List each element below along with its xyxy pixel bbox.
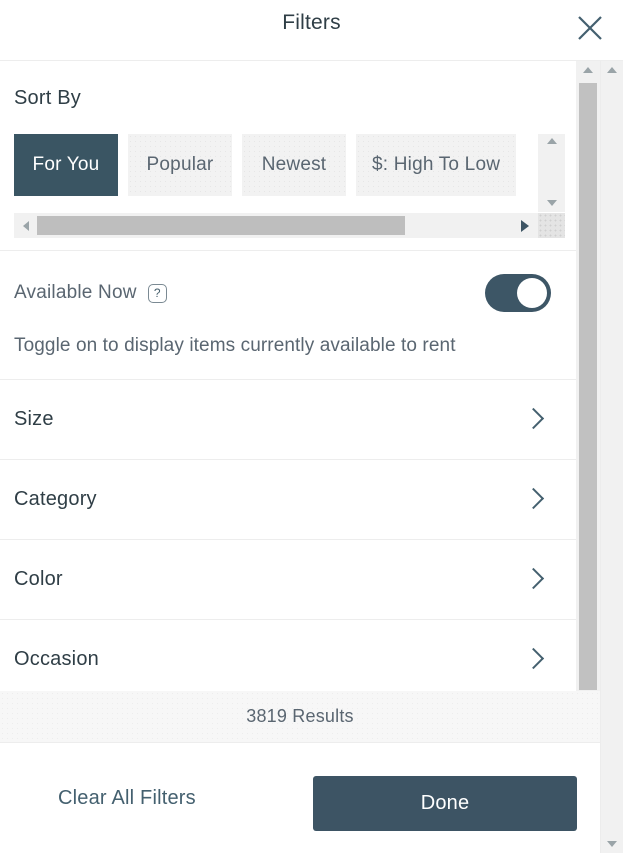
sort-options-vertical-scrollbar[interactable] — [538, 134, 565, 212]
filter-row-occasion[interactable]: Occasion — [0, 619, 576, 691]
scroll-down-arrow-icon[interactable] — [601, 835, 623, 853]
filter-row-color[interactable]: Color — [0, 539, 576, 619]
chevron-right-icon — [526, 568, 540, 592]
chevron-right-icon — [526, 488, 540, 512]
sort-chip-popular[interactable]: Popular — [128, 134, 232, 196]
sort-chip-for-you[interactable]: For You — [14, 134, 118, 196]
page-scrollbar[interactable] — [600, 61, 623, 853]
sort-options-scroller: For You Popular Newest $: High To Low — [14, 134, 565, 244]
filter-row-label: Category — [14, 488, 97, 510]
filter-row-size[interactable]: Size — [0, 379, 576, 459]
sort-by-heading: Sort By — [14, 87, 81, 109]
help-icon[interactable]: ? — [147, 283, 167, 303]
sort-options-list: For You Popular Newest $: High To Low — [14, 134, 537, 196]
horizontal-scroll-track[interactable] — [37, 213, 512, 238]
available-now-label: Available Now — [14, 282, 137, 303]
divider — [0, 250, 576, 251]
scroll-right-arrow-icon[interactable] — [512, 219, 538, 232]
page-title: Filters — [282, 11, 341, 34]
available-now-toggle[interactable] — [485, 274, 551, 312]
scroll-left-arrow-icon[interactable] — [14, 220, 37, 231]
scroll-up-arrow-icon[interactable] — [601, 61, 623, 79]
sort-options-horizontal-scrollbar[interactable] — [14, 213, 538, 238]
chevron-right-icon — [526, 648, 540, 672]
modal-footer: Clear All Filters Done — [0, 744, 600, 853]
filter-row-label: Occasion — [14, 648, 99, 670]
clear-all-filters-button[interactable]: Clear All Filters — [58, 787, 196, 810]
available-now-row: Available Now ? — [14, 273, 562, 313]
results-count-label: 3819 Results — [246, 706, 354, 726]
modal-scroll-thumb[interactable] — [579, 83, 597, 690]
sort-options-viewport: For You Popular Newest $: High To Low — [14, 134, 537, 212]
modal-content: Sort By For You Popular Newest $: High T… — [0, 61, 576, 691]
done-button[interactable]: Done — [313, 776, 577, 831]
scroll-up-arrow-icon[interactable] — [576, 61, 600, 79]
toggle-knob — [517, 278, 547, 308]
scroll-up-arrow-icon[interactable] — [538, 138, 565, 144]
scrollbar-corner — [538, 213, 565, 238]
modal-content-scrollbar[interactable] — [576, 61, 600, 691]
filters-modal: Filters Sort By For You Popular Newest $… — [0, 0, 623, 853]
results-bar: 3819 Results — [0, 691, 600, 743]
filter-row-label: Size — [14, 408, 54, 430]
chevron-right-icon — [526, 408, 540, 432]
horizontal-scroll-thumb[interactable] — [37, 216, 405, 235]
modal-body: Sort By For You Popular Newest $: High T… — [0, 61, 600, 691]
close-button[interactable] — [572, 10, 608, 46]
close-icon — [578, 16, 602, 40]
available-now-section: Available Now ? Toggle on to display ite… — [0, 251, 576, 379]
sort-chip-price-high-to-low[interactable]: $: High To Low — [356, 134, 517, 196]
sort-by-section: Sort By For You Popular Newest $: High T… — [0, 61, 576, 251]
filter-row-category[interactable]: Category — [0, 459, 576, 539]
modal-header: Filters — [0, 0, 623, 61]
filter-row-label: Color — [14, 568, 63, 590]
sort-chip-newest[interactable]: Newest — [242, 134, 346, 196]
scroll-down-arrow-icon[interactable] — [538, 200, 565, 206]
available-now-description: Toggle on to display items currently ava… — [14, 335, 456, 356]
